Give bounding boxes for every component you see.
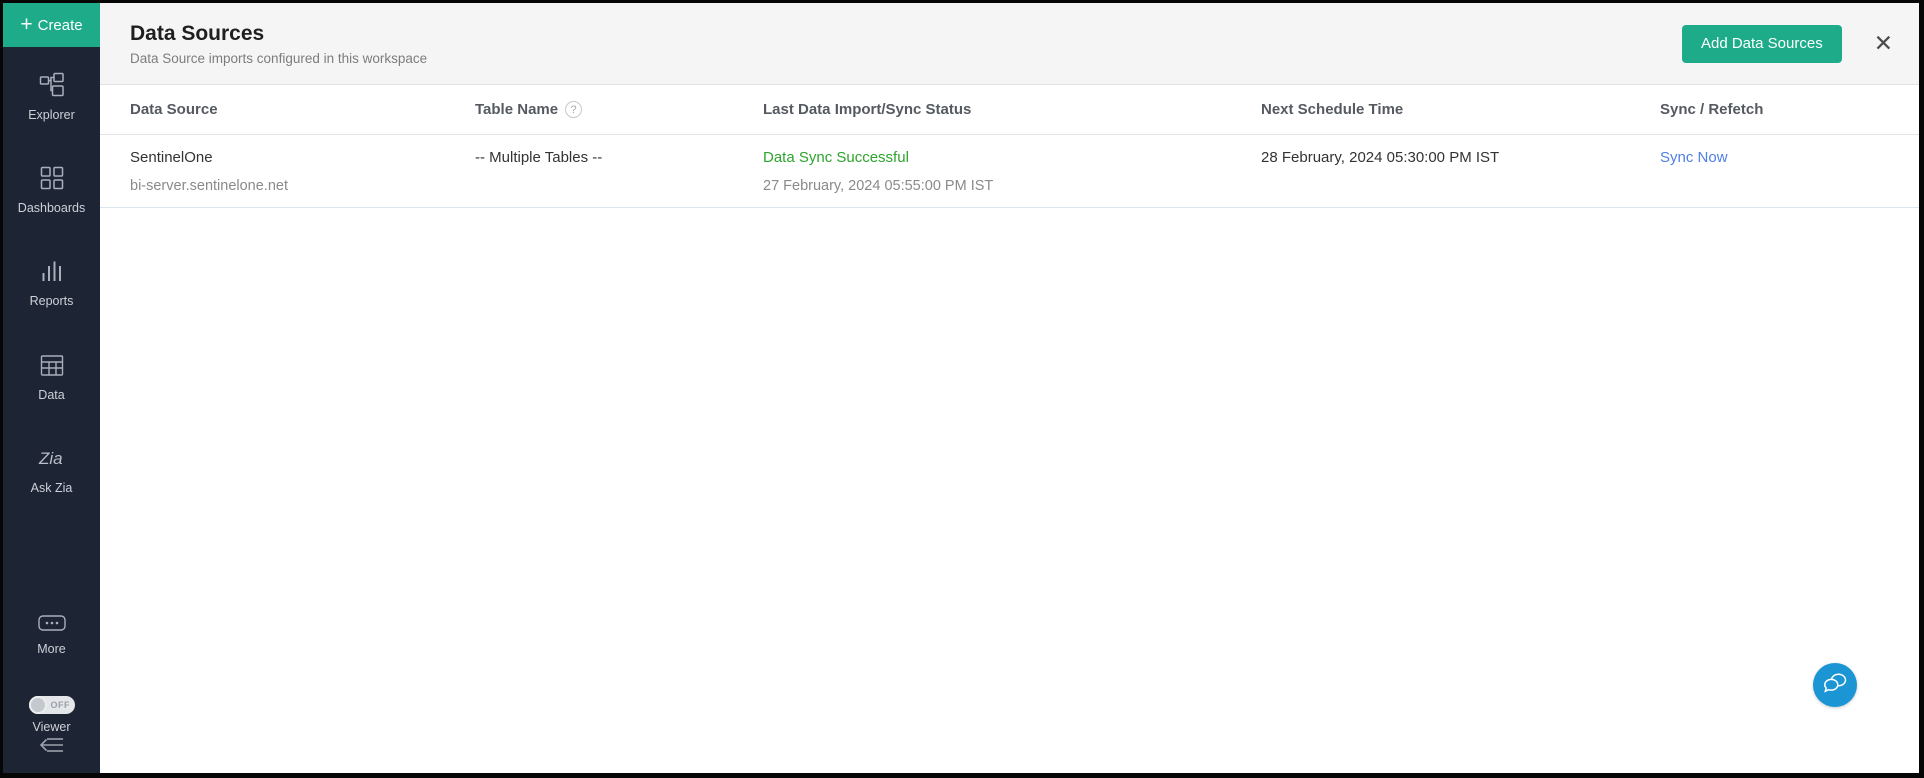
sidebar-item-label: Reports: [29, 294, 74, 308]
app-window: + Create Explorer Dashboards Reports Dat…: [0, 0, 1924, 778]
plus-icon: +: [20, 12, 33, 36]
column-header-table-name[interactable]: Table Name ?: [475, 101, 763, 118]
next-schedule-cell: 28 February, 2024 05:30:00 PM IST: [1261, 148, 1660, 196]
sidebar: + Create Explorer Dashboards Reports Dat…: [3, 3, 100, 773]
data-source-server: bi-server.sentinelone.net: [130, 178, 288, 194]
sidebar-item-reports[interactable]: Reports: [3, 259, 100, 308]
page-header: Data Sources Data Source imports configu…: [100, 3, 1919, 85]
add-data-sources-button[interactable]: Add Data Sources: [1681, 24, 1842, 63]
sidebar-item-dashboards[interactable]: Dashboards: [3, 166, 100, 215]
svg-text:Zia: Zia: [38, 449, 63, 468]
page-header-titles: Data Sources Data Source imports configu…: [130, 22, 427, 66]
table-name-cell: -- Multiple Tables --: [475, 148, 763, 196]
page-subtitle: Data Source imports configured in this w…: [130, 50, 428, 66]
sidebar-item-label: Dashboards: [17, 201, 86, 215]
explorer-icon: [39, 72, 65, 102]
column-header-label: Table Name: [475, 101, 559, 118]
data-source-cell: SentinelOne bi-server.sentinelone.net: [100, 148, 475, 196]
table-header-row: Data Source Table Name ? Last Data Impor…: [100, 85, 1919, 135]
column-header-sync-refetch[interactable]: Sync / Refetch: [1660, 101, 1919, 118]
sidebar-item-more[interactable]: More: [3, 615, 100, 656]
create-button[interactable]: + Create: [3, 3, 100, 47]
viewer-toggle[interactable]: OFF: [28, 696, 75, 714]
table-name-value: -- Multiple Tables --: [475, 149, 603, 166]
sync-action-cell: Sync Now: [1660, 148, 1919, 196]
toggle-knob: [28, 696, 47, 714]
chat-support-button[interactable]: [1813, 663, 1857, 707]
column-header-last-sync-status[interactable]: Last Data Import/Sync Status: [763, 101, 1261, 118]
zia-icon: Zia: [36, 446, 68, 475]
create-button-label: Create: [37, 16, 83, 34]
chat-bubbles-icon: [1822, 671, 1848, 700]
viewer-label: Viewer: [32, 720, 71, 734]
sync-status-cell: Data Sync Successful 27 February, 2024 0…: [763, 148, 1261, 196]
sidebar-item-label: Ask Zia: [30, 481, 73, 495]
column-header-data-source[interactable]: Data Source: [100, 101, 475, 118]
sync-status-text: Data Sync Successful: [763, 149, 909, 166]
viewer-toggle-group: OFF Viewer: [3, 696, 100, 734]
help-icon[interactable]: ?: [565, 101, 583, 118]
table-row: SentinelOne bi-server.sentinelone.net --…: [100, 135, 1919, 208]
collapse-sidebar-button[interactable]: [37, 734, 67, 761]
column-header-next-schedule[interactable]: Next Schedule Time: [1261, 101, 1660, 118]
sidebar-item-label: More: [37, 642, 66, 656]
main-panel: Data Sources Data Source imports configu…: [100, 3, 1919, 773]
sidebar-item-label: Explorer: [28, 108, 75, 122]
sync-now-link[interactable]: Sync Now: [1660, 148, 1919, 168]
sidebar-item-label: Data: [38, 388, 65, 402]
data-source-name[interactable]: SentinelOne: [130, 148, 475, 168]
toggle-state-label: OFF: [50, 700, 70, 710]
sidebar-item-data[interactable]: Data: [3, 354, 100, 402]
close-icon[interactable]: ✕: [1874, 32, 1893, 55]
collapse-arrow-icon: [37, 738, 67, 760]
more-ellipsis-icon: [37, 615, 66, 636]
sidebar-item-explorer[interactable]: Explorer: [3, 72, 100, 122]
dashboards-icon: [40, 166, 64, 195]
reports-bar-chart-icon: [40, 259, 63, 288]
page-title: Data Sources: [130, 21, 265, 45]
data-table-icon: [40, 354, 64, 382]
next-schedule-time: 28 February, 2024 05:30:00 PM IST: [1261, 149, 1500, 166]
sync-status-time: 27 February, 2024 05:55:00 PM IST: [763, 178, 994, 194]
sidebar-item-ask-zia[interactable]: Zia Ask Zia: [3, 446, 100, 495]
